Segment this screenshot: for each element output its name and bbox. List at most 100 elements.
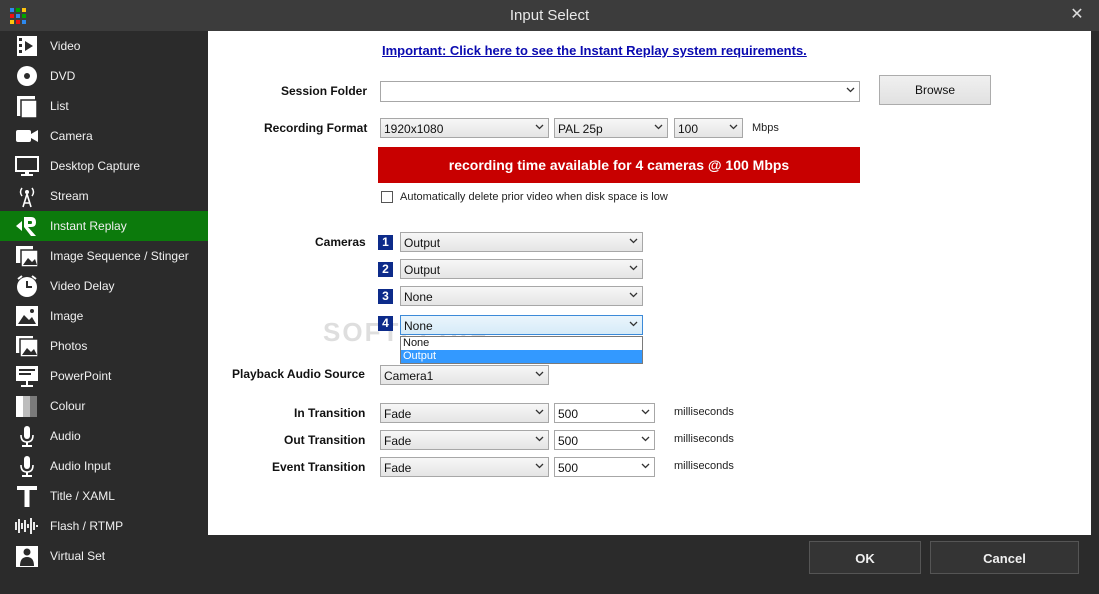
- sidebar-item-label: Audio: [50, 429, 81, 443]
- sidebar-item-video[interactable]: Video: [0, 31, 208, 61]
- sidebar-item-desktop-capture[interactable]: Desktop Capture: [0, 151, 208, 181]
- dropdown-option-output[interactable]: Output: [401, 350, 642, 363]
- resolution-select[interactable]: 1920x1080: [380, 118, 549, 138]
- sidebar-item-virtual-set[interactable]: Virtual Set: [0, 541, 208, 571]
- sidebar-item-powerpoint[interactable]: PowerPoint: [0, 361, 208, 391]
- in-transition-label: In Transition: [294, 406, 366, 420]
- sidebar-item-colour[interactable]: Colour: [0, 391, 208, 421]
- sidebar-item-label: Camera: [50, 129, 93, 143]
- sidebar-item-label: Flash / RTMP: [50, 519, 124, 533]
- sidebar-item-title-xaml[interactable]: Title / XAML: [0, 481, 208, 511]
- playback-audio-source-select[interactable]: Camera1: [380, 365, 549, 385]
- dropdown-option-none[interactable]: None: [401, 337, 642, 350]
- sidebar-item-stream[interactable]: Stream: [0, 181, 208, 211]
- camera-number-badge: 4: [378, 316, 393, 331]
- sidebar-item-label: Image Sequence / Stinger: [50, 249, 189, 263]
- frame-rate-select[interactable]: PAL 25p: [554, 118, 668, 138]
- sidebar-item-label: Audio Input: [50, 459, 111, 473]
- sidebar-item-image[interactable]: Image: [0, 301, 208, 331]
- recording-format-label: Recording Format: [264, 121, 368, 135]
- recording-time-banner: recording time available for 4 cameras @…: [378, 147, 860, 183]
- camera-number-badge: 2: [378, 262, 393, 277]
- broadcast-tower-icon: [14, 184, 40, 208]
- disc-icon: [14, 64, 40, 88]
- camera-number-badge: 3: [378, 289, 393, 304]
- title-bar: Input Select ✕: [0, 0, 1099, 31]
- photos-icon: [14, 334, 40, 358]
- sidebar-item-label: Desktop Capture: [50, 159, 141, 173]
- sidebar-item-label: Title / XAML: [50, 489, 115, 503]
- image-icon: [14, 304, 40, 328]
- chevron-down-icon: [641, 463, 650, 469]
- text-t-icon: [14, 484, 40, 508]
- chevron-down-icon: [641, 409, 650, 415]
- waveform-icon: [14, 514, 40, 538]
- in-transition-effect-select[interactable]: Fade: [380, 403, 549, 423]
- out-transition-duration-combo[interactable]: 500: [554, 430, 655, 450]
- close-icon[interactable]: ✕: [1065, 5, 1089, 25]
- list-icon: [14, 94, 40, 119]
- camera-number-badge: 1: [378, 235, 393, 250]
- playback-audio-source-label: Playback Audio Source: [232, 367, 365, 381]
- event-transition-unit: milliseconds: [674, 460, 734, 472]
- bitrate-select[interactable]: 100: [674, 118, 743, 138]
- camera-3-select[interactable]: None: [400, 286, 643, 306]
- event-transition-duration-combo[interactable]: 500: [554, 457, 655, 477]
- image-stack-icon: [14, 244, 40, 268]
- sidebar-item-flash-rtmp[interactable]: Flash / RTMP: [0, 511, 208, 541]
- sidebar-item-audio[interactable]: Audio: [0, 421, 208, 451]
- window-border-bottom: [0, 586, 1099, 594]
- bitrate-unit: Mbps: [752, 122, 779, 134]
- microphone-icon: [14, 424, 40, 448]
- chevron-down-icon: [535, 463, 544, 469]
- monitor-icon: [14, 154, 40, 178]
- sidebar-item-label: Stream: [50, 189, 89, 203]
- out-transition-label: Out Transition: [284, 433, 366, 447]
- sidebar-item-instant-replay[interactable]: Instant Replay: [0, 211, 208, 241]
- browse-button[interactable]: Browse: [879, 75, 991, 105]
- cancel-button[interactable]: Cancel: [930, 541, 1079, 574]
- sidebar-item-dvd[interactable]: DVD: [0, 61, 208, 91]
- cameras-label: Cameras: [315, 235, 366, 249]
- camera-2-select[interactable]: Output: [400, 259, 643, 279]
- camera-icon: [14, 124, 40, 148]
- chevron-down-icon: [535, 409, 544, 415]
- chevron-down-icon: [654, 124, 663, 130]
- session-folder-combo[interactable]: [380, 81, 860, 102]
- sidebar-item-audio-input[interactable]: Audio Input: [0, 451, 208, 481]
- chevron-down-icon: [629, 265, 638, 271]
- sidebar-item-camera[interactable]: Camera: [0, 121, 208, 151]
- chevron-down-icon: [729, 124, 738, 130]
- sidebar-item-label: Virtual Set: [50, 549, 106, 563]
- auto-delete-checkbox[interactable]: [381, 191, 393, 203]
- sidebar-item-video-delay[interactable]: Video Delay: [0, 271, 208, 301]
- out-transition-effect-select[interactable]: Fade: [380, 430, 549, 450]
- camera-1-select[interactable]: Output: [400, 232, 643, 252]
- sidebar-item-label: Photos: [50, 339, 88, 353]
- person-icon: [14, 544, 40, 568]
- chevron-down-icon: [629, 238, 638, 244]
- sidebar-item-list[interactable]: List: [0, 91, 208, 121]
- chevron-down-icon: [535, 436, 544, 442]
- sidebar-item-label: Image: [50, 309, 84, 323]
- replay-icon: [14, 214, 40, 238]
- sidebar-item-photos[interactable]: Photos: [0, 331, 208, 361]
- sidebar-item-image-sequence-stinger[interactable]: Image Sequence / Stinger: [0, 241, 208, 271]
- camera-4-select[interactable]: None: [400, 315, 643, 335]
- window-border-right: [1091, 31, 1099, 594]
- film-icon: [14, 34, 40, 58]
- sidebar-item-label: PowerPoint: [50, 369, 112, 383]
- microphone-icon: [14, 454, 40, 478]
- ok-button[interactable]: OK: [809, 541, 921, 574]
- chevron-down-icon: [535, 371, 544, 377]
- dialog-footer: OK Cancel: [208, 535, 1091, 586]
- sidebar-item-label: Colour: [50, 399, 86, 413]
- requirements-link[interactable]: Important: Click here to see the Instant…: [382, 43, 807, 58]
- in-transition-unit: milliseconds: [674, 406, 734, 418]
- event-transition-effect-select[interactable]: Fade: [380, 457, 549, 477]
- chevron-down-icon: [629, 292, 638, 298]
- in-transition-duration-combo[interactable]: 500: [554, 403, 655, 423]
- sidebar-item-label: List: [50, 99, 69, 113]
- camera-4-dropdown-list: None Output: [400, 336, 643, 364]
- out-transition-unit: milliseconds: [674, 433, 734, 445]
